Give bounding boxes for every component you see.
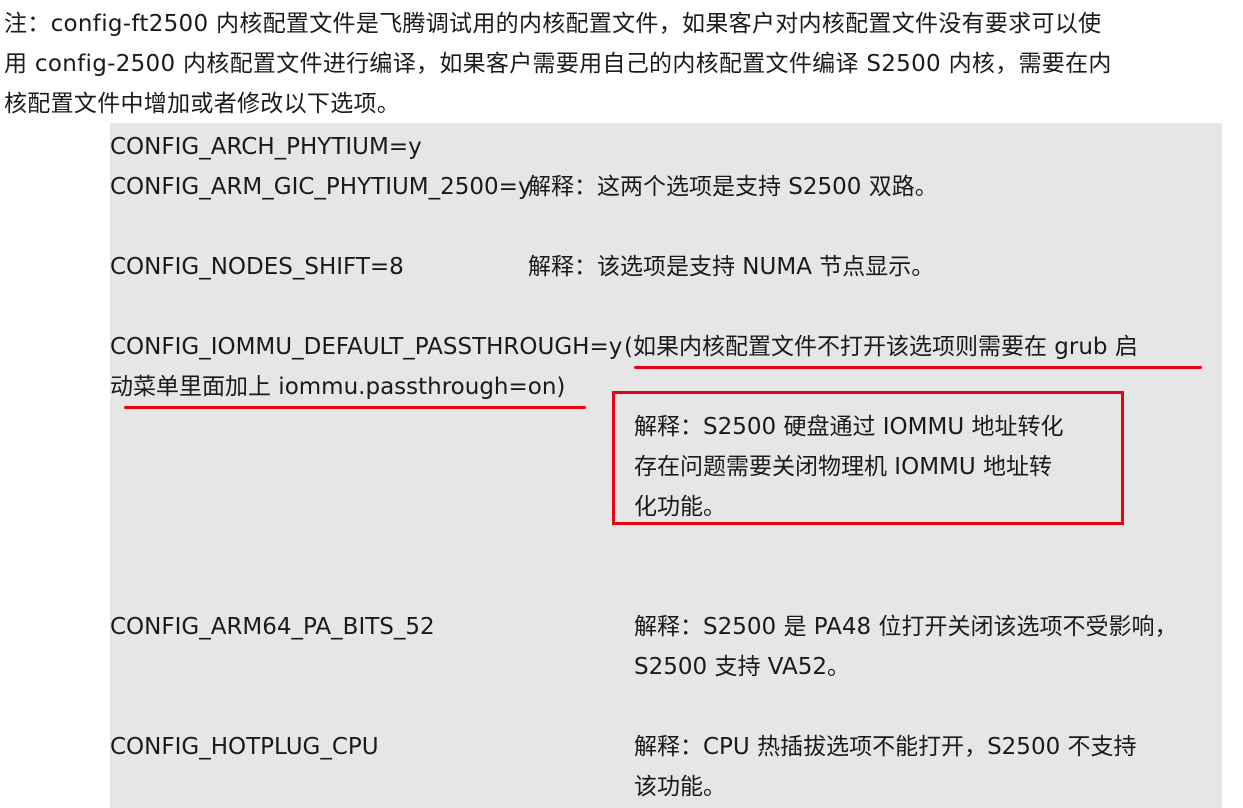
- option-iommu-passthrough: CONFIG_IOMMU_DEFAULT_PASSTHROUGH=y: [110, 334, 623, 360]
- intro-line-1: 注：config-ft2500 内核配置文件是飞腾调试用的内核配置文件，如果客户…: [4, 11, 1102, 37]
- iommu-remark-line-2: 动菜单里面加上 iommu.passthrough=on): [110, 374, 566, 400]
- note-pa-bits-line-2: S2500 支持 VA52。: [634, 654, 851, 680]
- note-hotplug-line-2: 该功能。: [634, 774, 726, 800]
- note-pa-bits-line-1: 解释：S2500 是 PA48 位打开关闭该选项不受影响，: [634, 614, 1178, 640]
- iommu-remark-line-1: (如果内核配置文件不打开该选项则需要在 grub 启: [624, 334, 1138, 360]
- red-underline-2: [124, 406, 586, 409]
- intro-paragraph: 注：config-ft2500 内核配置文件是飞腾调试用的内核配置文件，如果客户…: [4, 4, 1236, 124]
- option-nodes-shift: CONFIG_NODES_SHIFT=8: [110, 254, 404, 280]
- option-hotplug-cpu: CONFIG_HOTPLUG_CPU: [110, 734, 379, 760]
- intro-line-2: 用 config-2500 内核配置文件进行编译，如果客户需要用自己的内核配置文…: [4, 51, 1112, 77]
- note-iommu-line-2: 存在问题需要关闭物理机 IOMMU 地址转: [634, 454, 1053, 480]
- config-options-block: CONFIG_ARCH_PHYTIUM=y CONFIG_ARM_GIC_PHY…: [110, 123, 1222, 808]
- note-hotplug-line-1: 解释：CPU 热插拔选项不能打开，S2500 不支持: [634, 734, 1137, 760]
- option-arch-phytium: CONFIG_ARCH_PHYTIUM=y: [110, 134, 422, 160]
- intro-line-3: 核配置文件中增加或者修改以下选项。: [4, 91, 401, 117]
- option-gic-phytium: CONFIG_ARM_GIC_PHYTIUM_2500=y: [110, 174, 532, 200]
- option-pa-bits: CONFIG_ARM64_PA_BITS_52: [110, 614, 435, 640]
- note-iommu-line-3: 化功能。: [634, 494, 726, 520]
- red-underline-1: [634, 366, 1202, 369]
- note-gic-phytium: 解释：这两个选项是支持 S2500 双路。: [528, 174, 938, 200]
- note-nodes-shift: 解释：该选项是支持 NUMA 节点显示。: [528, 254, 935, 280]
- note-iommu-line-1: 解释：S2500 硬盘通过 IOMMU 地址转化: [634, 414, 1064, 440]
